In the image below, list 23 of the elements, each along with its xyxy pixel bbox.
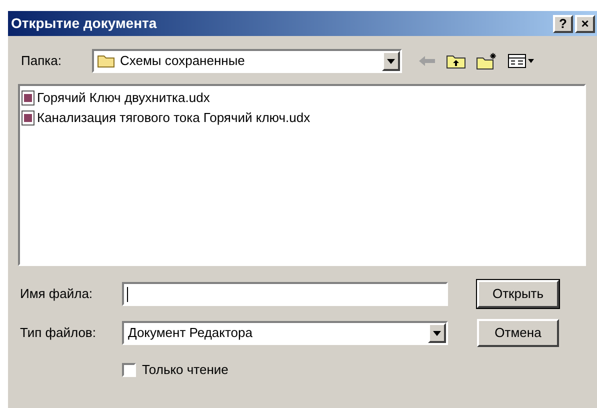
up-folder-icon[interactable] xyxy=(446,53,466,69)
filetype-dropdown[interactable]: Документ Редактора xyxy=(122,321,448,345)
folder-label: Папка: xyxy=(20,52,62,70)
filetype-value: Документ Редактора xyxy=(127,324,254,342)
document-icon xyxy=(21,90,35,106)
filename-field[interactable] xyxy=(122,282,448,306)
folder-name: Схемы сохраненные xyxy=(120,52,246,70)
filetype-label: Тип файлов: xyxy=(20,324,97,342)
window-title: Открытие документа xyxy=(11,14,157,33)
document-icon xyxy=(21,110,35,126)
file-item[interactable]: Горячий Ключ двухнитка.udx xyxy=(21,88,212,108)
folder-icon xyxy=(97,54,115,68)
new-folder-icon[interactable] xyxy=(476,52,498,70)
readonly-label: Только чтение xyxy=(142,361,228,379)
filename-label: Имя файла: xyxy=(20,285,94,304)
title-button[interactable]: ? xyxy=(553,14,573,32)
dialog-button[interactable]: Отмена xyxy=(477,319,559,347)
readonly-checkbox[interactable] xyxy=(122,362,136,377)
folder-dropdown[interactable]: Схемы сохраненные xyxy=(92,49,402,73)
dialog-button[interactable]: Открыть xyxy=(477,280,559,308)
view-menu-icon[interactable] xyxy=(508,54,534,68)
file-name: Горячий Ключ двухнитка.udx xyxy=(37,89,210,108)
title-button[interactable]: × xyxy=(575,14,595,32)
